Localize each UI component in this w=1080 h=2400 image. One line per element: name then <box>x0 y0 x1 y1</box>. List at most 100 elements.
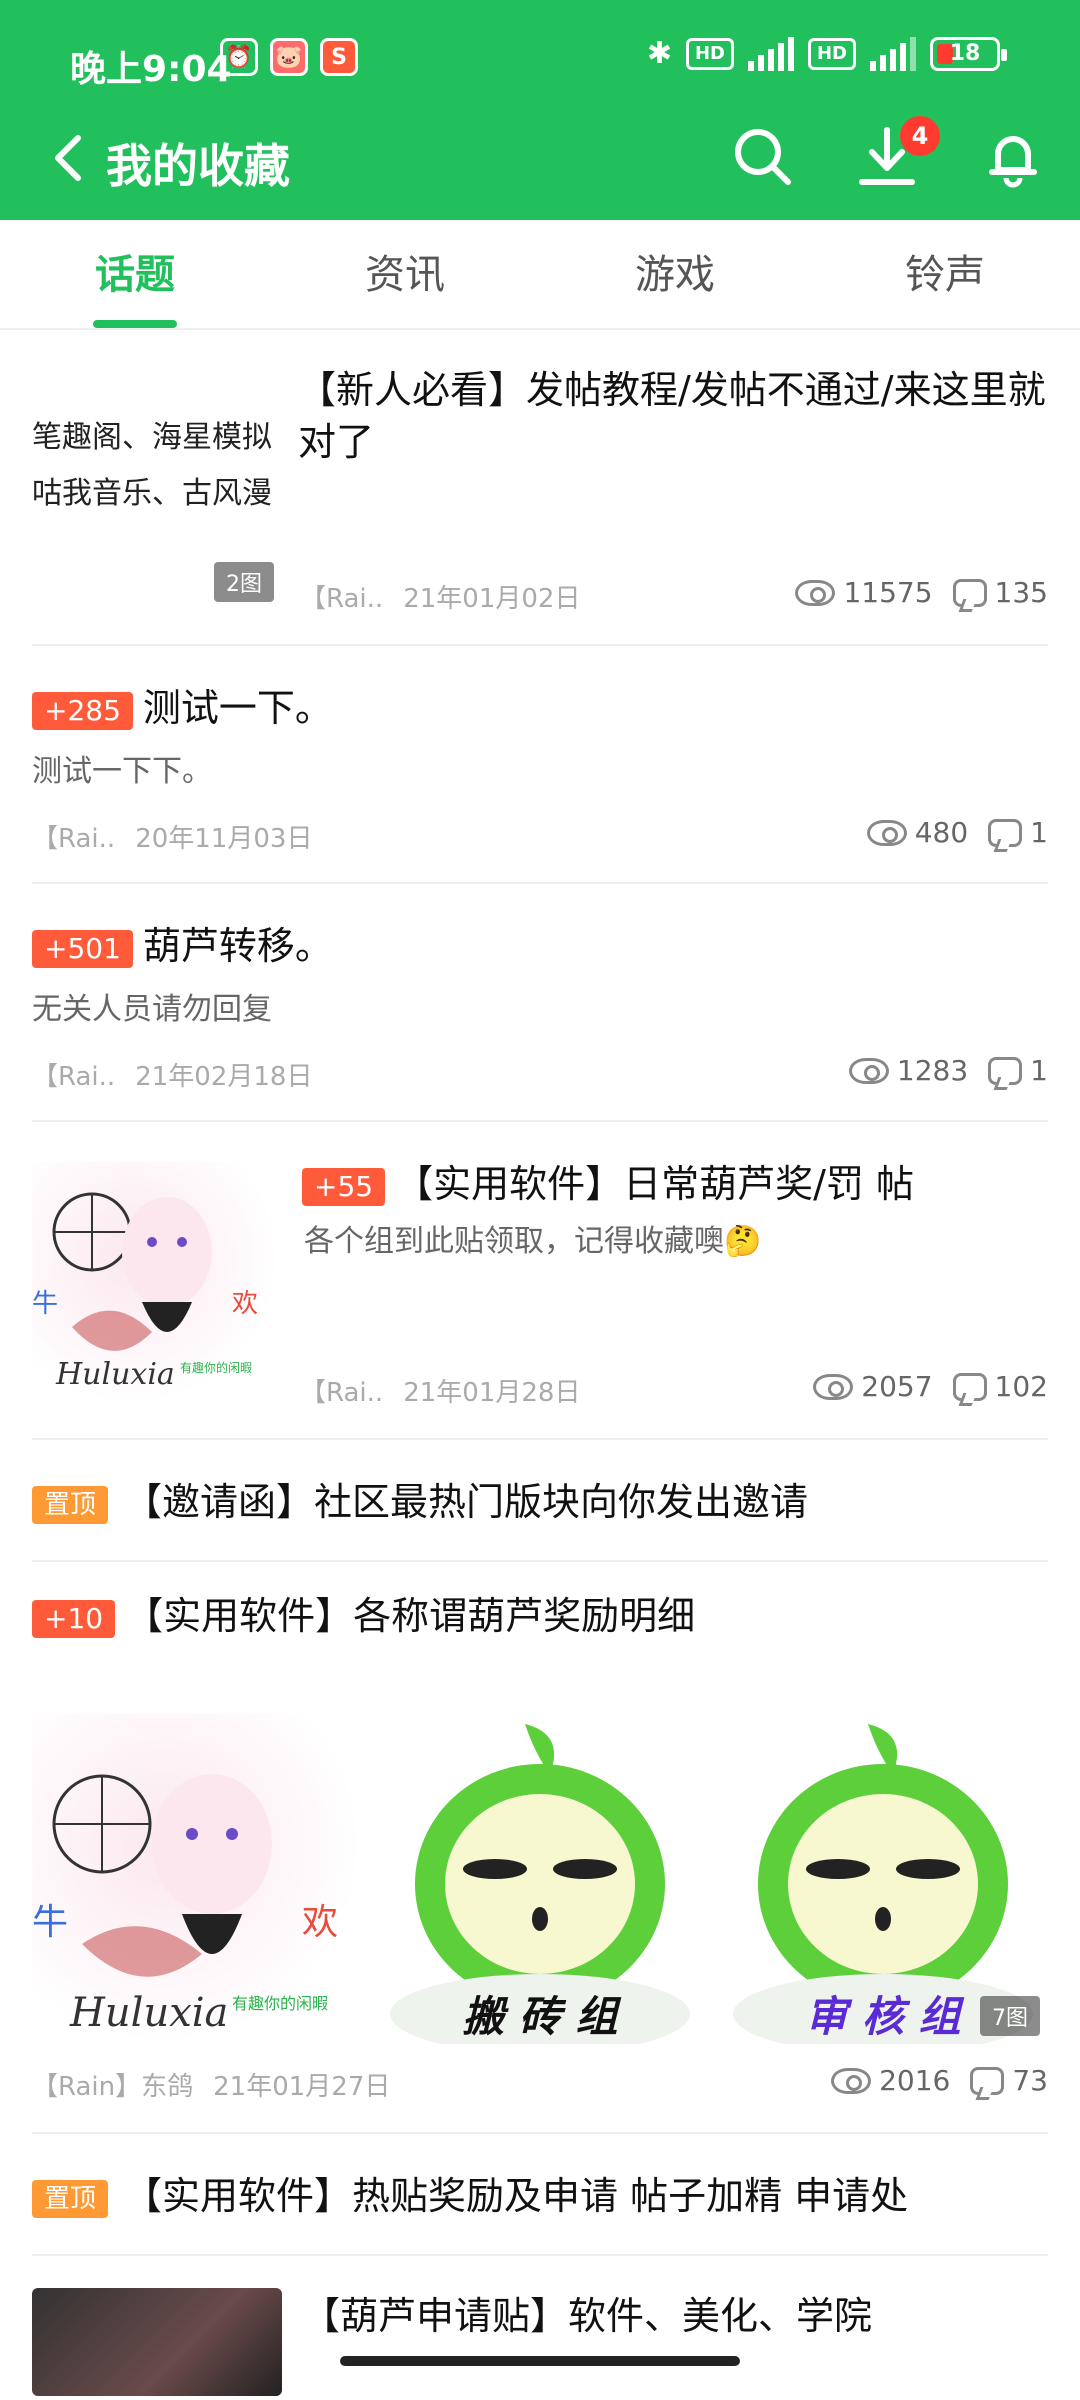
svg-text:牛: 牛 <box>32 1289 58 1319</box>
comments-count: 73 <box>1012 2064 1048 2097</box>
status-left-icons: ⏰ 🐷 S <box>220 38 358 76</box>
list-item[interactable]: 欢 牛 Huluxia 有趣你的闲暇 +55 【实用软件】日常葫芦奖/罚 帖 各个… <box>32 1122 1048 1440</box>
pig-app-icon: 🐷 <box>270 38 308 76</box>
signal-5g-icon <box>870 36 916 71</box>
gallery-image[interactable]: 欢 牛 Huluxia 有趣你的闲暇 <box>32 1714 362 2044</box>
views-icon <box>866 819 907 846</box>
post-meta: 【Rai.. 20年11月03日 <box>32 818 312 855</box>
views-count: 480 <box>914 816 969 849</box>
post-title-row: 置顶 【邀请函】社区最热门版块向你发出邀请 <box>32 1476 808 1528</box>
post-stats: 2016 73 <box>831 2064 1048 2097</box>
post-title-row: +55 【实用软件】日常葫芦奖/罚 帖 <box>302 1158 1062 1210</box>
post-author: 【Rai.. <box>300 584 384 614</box>
post-title-row: +501 葫芦转移。 <box>32 920 333 972</box>
download-button[interactable]: 4 <box>852 116 940 192</box>
views-count: 2057 <box>861 1370 933 1403</box>
download-badge: 4 <box>900 116 940 156</box>
battery-icon: 18 <box>930 36 1007 71</box>
post-date: 21年01月27日 <box>213 2072 391 2102</box>
gallery-image[interactable]: 搬 砖 组 <box>375 1714 705 2054</box>
hd-icon: HD <box>685 37 734 70</box>
comments-icon <box>952 1372 987 1401</box>
comments-icon <box>970 2066 1005 2095</box>
views-count: 2016 <box>879 2064 951 2097</box>
list-item[interactable]: 笔趣阁、海星模拟 咕我音乐、古风漫 2图 【新人必看】发帖教程/发帖不通过/来这… <box>32 330 1048 646</box>
brand-subtitle: 有趣你的闲暇 <box>180 1361 253 1375</box>
post-date: 21年01月28日 <box>403 1378 581 1408</box>
views-icon <box>848 1057 889 1084</box>
list-item[interactable]: 【葫芦申请贴】软件、美化、学院 <box>32 2256 1048 2396</box>
post-summary: 各个组到此贴领取，记得收藏噢🤔 <box>304 1224 762 1259</box>
views-icon <box>813 1373 854 1400</box>
list-item[interactable]: +501 葫芦转移。 无关人员请勿回复 【Rai.. 21年02月18日 1283… <box>32 884 1048 1122</box>
thumb-text-line: 笔趣阁、海星模拟 <box>32 420 272 455</box>
tab-topics[interactable]: 话题 <box>0 220 270 328</box>
image-gallery[interactable]: 欢 牛 Huluxia 有趣你的闲暇 搬 砖 组 审 核 组 7图 <box>32 1714 1048 2054</box>
list-item[interactable]: 置顶 【实用软件】热贴奖励及申请 帖子加精 申请处 <box>32 2134 1048 2256</box>
post-title-row: 置顶 【实用软件】热贴奖励及申请 帖子加精 申请处 <box>32 2170 908 2222</box>
list-item[interactable]: +285 测试一下。 测试一下下。 【Rai.. 20年11月03日 480 1 <box>32 646 1048 884</box>
post-stats: 1283 1 <box>848 1054 1048 1087</box>
comments-count: 102 <box>994 1370 1048 1403</box>
comments-count: 1 <box>1030 1054 1048 1087</box>
views-count: 1283 <box>896 1054 969 1087</box>
comments-icon <box>952 578 987 607</box>
score-badge: +285 <box>32 691 133 730</box>
tab-ringtones[interactable]: 铃声 <box>810 220 1080 328</box>
post-author: 【Rai.. <box>32 1062 116 1092</box>
comments-icon <box>988 818 1023 847</box>
views-icon <box>795 579 836 606</box>
svg-text:欢: 欢 <box>232 1289 258 1319</box>
bell-icon[interactable] <box>978 122 1048 192</box>
post-meta: 【Rain】东鸽 21年01月27日 <box>32 2066 390 2103</box>
post-thumbnail <box>32 2288 282 2396</box>
post-summary: 测试一下下。 <box>32 754 212 789</box>
tab-news[interactable]: 资讯 <box>270 220 540 328</box>
post-title: 测试一下。 <box>142 686 333 730</box>
post-author: 【Rain】东鸽 <box>32 2072 194 2102</box>
post-title-row: +285 测试一下。 <box>32 682 333 734</box>
list-item[interactable]: +10 【实用软件】各称谓葫芦奖励明细 欢 牛 Huluxia 有趣你的闲暇 搬… <box>32 1562 1048 2134</box>
post-author: 【Rai.. <box>300 1378 384 1408</box>
search-icon[interactable] <box>728 122 798 192</box>
post-date: 21年02月18日 <box>135 1062 313 1092</box>
views-icon <box>831 2067 872 2094</box>
post-stats: 11575 135 <box>795 576 1048 609</box>
comments-icon <box>988 1056 1023 1085</box>
pinned-badge: 置顶 <box>32 1485 109 1524</box>
post-title: 【实用软件】热贴奖励及申请 帖子加精 申请处 <box>124 2174 909 2218</box>
views-count: 11575 <box>843 576 933 609</box>
post-title-row: +10 【实用软件】各称谓葫芦奖励明细 <box>32 1590 695 1642</box>
hd-icon-2: HD <box>807 37 856 70</box>
post-date: 21年01月02日 <box>403 584 581 614</box>
post-summary: 无关人员请勿回复 <box>32 992 272 1027</box>
page-title: 我的收藏 <box>106 139 290 193</box>
status-time: 晚上9:04 <box>70 49 232 90</box>
s-app-icon: S <box>320 38 358 76</box>
svg-text:牛: 牛 <box>32 1902 68 1943</box>
gallery-image[interactable]: 审 核 组 7图 <box>718 1714 1048 2054</box>
tab-games[interactable]: 游戏 <box>540 220 810 328</box>
comments-count: 135 <box>994 576 1048 609</box>
post-meta: 【Rai.. 21年02月18日 <box>32 1056 312 1093</box>
svg-text:欢: 欢 <box>302 1902 338 1943</box>
app-header: 晚上9:04 ⏰ 🐷 S ✱ HD HD 18 我的收藏 4 <box>0 0 1080 220</box>
back-icon[interactable] <box>40 128 100 188</box>
bluetooth-icon: ✱ <box>646 36 672 71</box>
post-title: 葫芦转移。 <box>142 924 333 968</box>
home-indicator[interactable] <box>340 2356 740 2366</box>
battery-level: 18 <box>949 41 981 66</box>
post-title: 【葫芦申请贴】软件、美化、学院 <box>302 2294 873 2338</box>
post-stats: 480 1 <box>866 816 1048 849</box>
score-badge: +55 <box>302 1167 386 1206</box>
image-count-tag: 7图 <box>980 1996 1040 2036</box>
score-badge: +10 <box>32 1599 116 1638</box>
comments-count: 1 <box>1030 816 1048 849</box>
post-meta: 【Rai.. 21年01月02日 <box>300 578 580 615</box>
toolbar: 我的收藏 4 <box>0 110 1080 220</box>
post-title: 【邀请函】社区最热门版块向你发出邀请 <box>124 1480 809 1524</box>
brand-logo-text: Huluxia <box>70 1990 229 2036</box>
list-item[interactable]: 置顶 【邀请函】社区最热门版块向你发出邀请 <box>32 1440 1048 1562</box>
brand-logo-text: Huluxia <box>56 1357 175 1392</box>
tab-bar: 话题 资讯 游戏 铃声 <box>0 220 1080 330</box>
